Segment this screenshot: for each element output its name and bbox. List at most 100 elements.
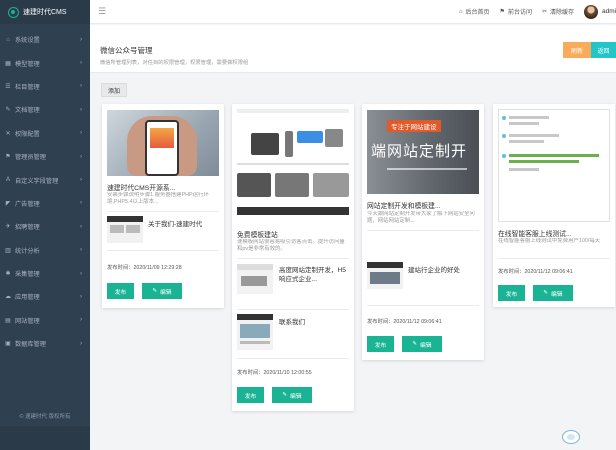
sidebar-item-label: 模型管理 — [15, 60, 40, 68]
card-title[interactable]: 在线智能客服上线测试... — [498, 228, 610, 238]
sidebar-nav: ⌂ 系统设置 › ▦ 模型管理 › ☰ 栏目管理 › ✎ 文档管理 › ✕ 权限配置 › ⚑ 管理员管理 › A 自定… — [0, 28, 90, 355]
sub-item-thumbnail[interactable] — [237, 264, 273, 294]
menu-icon: ◤ — [5, 200, 11, 207]
divider — [237, 358, 349, 359]
username[interactable]: admin — [602, 8, 616, 15]
publish-button[interactable]: 发布 — [367, 336, 394, 352]
menu-icon: ✎ — [5, 107, 11, 114]
menu-icon: ⌂ — [6, 36, 10, 43]
sidebar-item[interactable]: ◤ 广告管理 › — [0, 192, 90, 215]
edit-button[interactable]: ✎ 编辑 — [533, 285, 573, 301]
publish-button[interactable]: 发布 — [107, 283, 134, 299]
avatar[interactable] — [584, 4, 598, 19]
edit-icon: ✎ — [282, 392, 287, 398]
top-links: ⌂后台首页 ⚑前台访问 ✂清除缓存 admin — [458, 4, 616, 19]
sidebar-item-label: 文档管理 — [15, 107, 40, 115]
sub-item-thumbnail[interactable] — [237, 314, 273, 350]
online-service-icon[interactable] — [562, 430, 580, 444]
menu-icon: ▤ — [5, 317, 11, 324]
chevron-right-icon: › — [80, 177, 82, 184]
edit-label: 编辑 — [290, 393, 302, 400]
sidebar-item[interactable]: ✱ 采集管理 › — [0, 262, 90, 285]
sidebar-item[interactable]: ☁ 应用管理 › — [0, 285, 90, 308]
chevron-right-icon: › — [80, 153, 82, 160]
menu-icon: ⚑ — [5, 154, 11, 161]
sidebar-item[interactable]: ▣ 数据库管理 › — [0, 332, 90, 355]
sidebar-item[interactable]: ⚑ 管理员管理 › — [0, 145, 90, 168]
publish-button[interactable]: 发布 — [237, 387, 264, 403]
menu-icon: ☰ — [5, 83, 11, 90]
card-description: 今天跟网站定制开发带大家了解下网站安全问题，网站网站定制... — [367, 211, 475, 225]
edit-button[interactable]: ✎ 编辑 — [402, 336, 442, 352]
sidebar-item-label: 系统设置 — [15, 37, 40, 45]
sidebar-item[interactable]: ▤ 网站管理 › — [0, 309, 90, 332]
card-cover-image[interactable] — [237, 107, 349, 223]
sidebar-item-label: 网站管理 — [15, 317, 40, 325]
publish-button[interactable]: 发布 — [498, 285, 525, 301]
edit-icon: ✎ — [543, 290, 548, 296]
chevron-right-icon: › — [80, 106, 82, 113]
sidebar-item[interactable]: ⌂ 系统设置 › — [0, 28, 90, 51]
divider — [237, 309, 349, 310]
banner-text: 端网站定制开 — [371, 142, 468, 160]
divider — [367, 305, 479, 306]
divider — [107, 250, 219, 251]
publish-time: 发布时间：2020/11/10 12:00:55 — [237, 370, 312, 376]
sidebar-item[interactable]: A 自定义字段管理 › — [0, 168, 90, 191]
card-cover-image[interactable]: 专注于网站建设 端网站定制开 — [367, 110, 479, 194]
sidebar-item[interactable]: ✕ 权限配置 › — [0, 122, 90, 145]
sidebar-item-label: 应用管理 — [15, 294, 40, 302]
page-subtitle: 微信所管理列表，对任目的权限管理，权限管理，需要做权限组 — [100, 60, 249, 66]
card-cover-image[interactable] — [498, 109, 610, 222]
sub-item-thumbnail[interactable] — [367, 262, 403, 289]
sidebar-item[interactable]: ☰ 栏目管理 › — [0, 75, 90, 98]
sidebar-item-label: 栏目管理 — [15, 83, 40, 91]
sidebar-item[interactable]: ▥ 统计分析 › — [0, 239, 90, 262]
refresh-button[interactable]: 刷新 — [563, 42, 591, 58]
sub-item-title[interactable]: 关于我们-速建时代 — [148, 220, 220, 229]
sidebar-item[interactable]: ✈ 招聘管理 › — [0, 215, 90, 238]
edit-button[interactable]: ✎ 编辑 — [142, 283, 182, 299]
brand[interactable]: 速建时代CMS — [0, 0, 90, 24]
menu-icon: ▣ — [5, 341, 11, 348]
chevron-right-icon: › — [80, 60, 82, 67]
top-link[interactable]: ⚑ 前台访问 — [500, 7, 532, 16]
card-title[interactable]: 速建时代CMS开源系... — [107, 182, 219, 192]
publish-time: 发布时间：2020/11/12 09:06:41 — [367, 319, 442, 325]
menu-icon: ✈ — [5, 224, 11, 231]
sub-item-title[interactable]: 联系我们 — [279, 318, 351, 327]
sidebar-item[interactable]: ✎ 文档管理 › — [0, 98, 90, 121]
chevron-right-icon: › — [80, 317, 82, 324]
add-button[interactable]: 添加 — [101, 83, 127, 97]
article-card: 在线智能客服上线测试... 在线智能客服上线测试中免费用户100/每天 发布时间… — [493, 104, 615, 307]
sidebar-bottom-bar — [0, 426, 90, 450]
sub-item-title[interactable]: 建站行企业的好处 — [408, 266, 480, 275]
publish-time: 发布时间：2020/11/12 09:06:41 — [498, 269, 573, 275]
edit-label: 编辑 — [551, 291, 563, 298]
card-title[interactable]: 网站定制开发和模板建... — [367, 200, 479, 210]
top-link[interactable]: ✂ 清除缓存 — [542, 7, 574, 16]
card-description: 安装步骤说明步骤1.服务器搭建PHP运行环境,PHP5.4以上版本... — [107, 192, 209, 206]
menu-toggle-icon[interactable]: ☰ — [98, 6, 106, 17]
card-description: 速模板网站很容易吸引访客点击。提升访问量和pv是非常有效的。 — [237, 239, 345, 253]
card-title[interactable]: 免费模板建站 — [237, 229, 349, 239]
sub-item-title[interactable]: 高度网站定制开发，H5响应式企业... — [279, 266, 351, 286]
sidebar-item-label: 自定义字段管理 — [15, 177, 59, 185]
sidebar-item[interactable]: ▦ 模型管理 › — [0, 51, 90, 74]
divider — [237, 258, 349, 259]
sub-item-thumbnail[interactable] — [107, 216, 143, 243]
top-link-label: 后台首页 — [465, 10, 490, 16]
menu-icon: ✱ — [5, 271, 11, 278]
card-cover-image[interactable] — [107, 110, 219, 176]
edit-button[interactable]: ✎ 编辑 — [272, 387, 312, 403]
sidebar-item-label: 权限配置 — [15, 130, 40, 138]
menu-icon: ▦ — [5, 60, 11, 67]
divider — [107, 211, 219, 212]
top-link-icon: ⌂ — [458, 8, 463, 15]
edit-icon: ✎ — [412, 341, 417, 347]
back-button[interactable]: 返回 — [591, 42, 616, 58]
page-header: 微信公众号管理 微信所管理列表，对任目的权限管理，权限管理，需要做权限组 刷新 … — [90, 25, 616, 73]
publish-time: 发布时间：2020/11/09 12:29:28 — [107, 265, 182, 271]
sidebar-footer: © 速建时代 版权所有 — [19, 414, 71, 420]
top-link[interactable]: ⌂ 后台首页 — [458, 7, 490, 17]
